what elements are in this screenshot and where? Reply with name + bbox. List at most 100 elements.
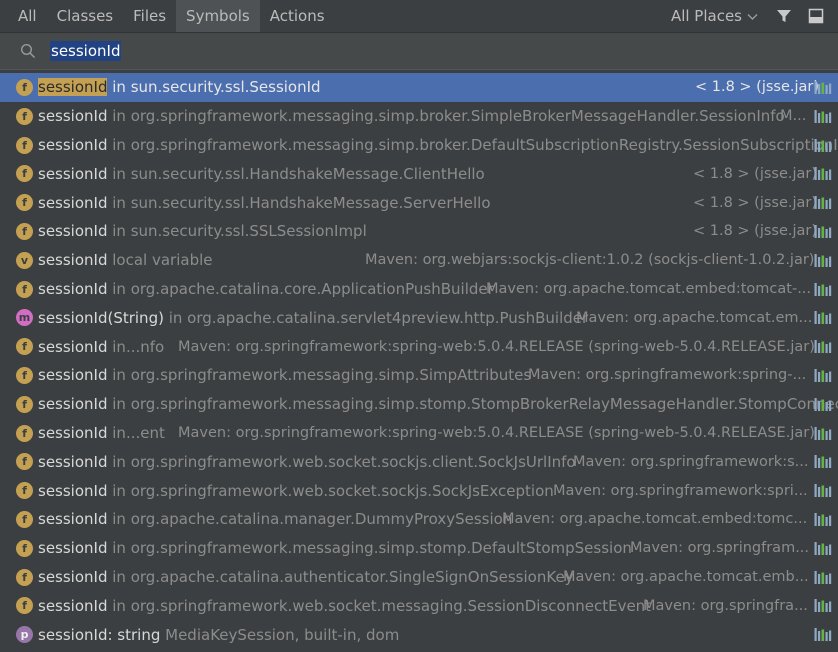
field-icon: f bbox=[16, 597, 33, 615]
field-icon: f bbox=[16, 366, 33, 384]
result-library: Maven: org.webjars:sockjs-client:1.0.2 (… bbox=[365, 252, 815, 269]
tab-actions[interactable]: Actions bbox=[260, 0, 335, 32]
result-row[interactable]: f sessionId in org.apache.catalina.authen… bbox=[0, 563, 838, 592]
result-name: sessionId bbox=[38, 366, 108, 385]
library-icon bbox=[814, 196, 832, 210]
result-label: sessionId local variable bbox=[38, 251, 213, 269]
result-label: sessionId in sun.security.ssl.HandshakeM… bbox=[38, 194, 491, 212]
method-icon: m bbox=[16, 309, 33, 327]
tab-bar-spacer bbox=[335, 0, 671, 32]
result-location: in org.apache.catalina.core.ApplicationP… bbox=[112, 279, 494, 298]
result-name: sessionId bbox=[38, 539, 108, 558]
result-label: sessionId in sun.security.ssl.HandshakeM… bbox=[38, 165, 485, 183]
pin-window-button[interactable] bbox=[800, 0, 838, 32]
result-library: < 1.8 > (jsse.jar) bbox=[693, 223, 818, 240]
field-icon: f bbox=[16, 79, 33, 96]
result-row[interactable]: f sessionId in org.springframework.web.so… bbox=[0, 591, 838, 620]
result-row[interactable]: f sessionId in sun.security.ssl.SSLSessio… bbox=[0, 217, 838, 246]
property-icon: p bbox=[16, 626, 33, 644]
tab-classes[interactable]: Classes bbox=[47, 0, 124, 32]
result-location: in sun.security.ssl.SSLSessionImpl bbox=[112, 222, 367, 241]
field-icon: f bbox=[16, 568, 33, 586]
result-row[interactable]: f sessionId in org.springframework.web.so… bbox=[0, 476, 838, 505]
result-location: in...ent bbox=[112, 423, 165, 442]
result-library: Maven: org.apache.tomcat.embed:tomc... bbox=[502, 511, 808, 528]
result-name: sessionId bbox=[38, 107, 108, 126]
result-row[interactable]: v sessionId local variable Maven: org.webj… bbox=[0, 246, 838, 275]
result-name: sessionId bbox=[38, 596, 108, 615]
library-icon bbox=[814, 397, 832, 411]
result-label: sessionId in org.apache.catalina.authent… bbox=[38, 568, 574, 586]
search-input[interactable]: sessionId bbox=[50, 41, 122, 61]
result-location: in org.springframework.web.socket.sockjs… bbox=[112, 481, 554, 500]
result-library: Maven: org.apache.tomcat.em... bbox=[576, 309, 813, 326]
result-row[interactable]: f sessionId in...nfo Maven: org.springfram… bbox=[0, 332, 838, 361]
result-label: sessionId in sun.security.ssl.SessionId bbox=[38, 78, 321, 97]
result-name: sessionId bbox=[38, 193, 108, 212]
chevron-down-icon bbox=[747, 13, 758, 20]
result-location: in org.springframework.messaging.simp.br… bbox=[112, 107, 785, 126]
result-library: Maven: org.springframework:spring-web:5.… bbox=[178, 338, 815, 355]
result-row[interactable]: f sessionId in sun.security.ssl.SessionId… bbox=[0, 73, 838, 102]
result-location: in org.springframework.web.socket.sockjs… bbox=[112, 452, 576, 471]
result-name: sessionId bbox=[38, 135, 108, 154]
result-label: sessionId in org.springframework.web.soc… bbox=[38, 482, 554, 500]
result-location: in...nfo bbox=[112, 337, 165, 356]
window-icon bbox=[808, 8, 824, 24]
result-row[interactable]: f sessionId in org.springframework.messag… bbox=[0, 534, 838, 563]
library-icon bbox=[814, 81, 832, 94]
field-icon: f bbox=[16, 107, 33, 125]
field-icon: f bbox=[16, 280, 33, 298]
result-label: sessionId in org.springframework.web.soc… bbox=[38, 453, 576, 471]
library-icon bbox=[814, 253, 832, 267]
result-label: sessionId in org.springframework.messagi… bbox=[38, 539, 632, 557]
search-bar: sessionId bbox=[0, 33, 838, 70]
field-icon: f bbox=[16, 510, 33, 528]
result-row[interactable]: f sessionId in org.springframework.messag… bbox=[0, 131, 838, 160]
result-name: sessionId bbox=[38, 251, 108, 270]
field-icon: f bbox=[16, 194, 33, 212]
result-label: sessionId in org.apache.catalina.manager… bbox=[38, 510, 512, 528]
result-name: sessionId bbox=[38, 423, 108, 442]
scope-dropdown[interactable]: All Places bbox=[671, 0, 768, 32]
library-icon bbox=[814, 570, 832, 584]
result-library: Maven: org.springfram... bbox=[630, 540, 810, 557]
tab-files[interactable]: Files bbox=[123, 0, 176, 32]
tab-all[interactable]: All bbox=[0, 0, 47, 32]
tab-symbols[interactable]: Symbols bbox=[176, 0, 260, 32]
result-name: sessionId bbox=[38, 395, 108, 414]
library-icon bbox=[814, 484, 832, 498]
variable-icon: v bbox=[16, 251, 33, 269]
result-location: MediaKeySession, built-in, dom bbox=[165, 625, 400, 644]
result-row[interactable]: f sessionId in sun.security.ssl.Handshake… bbox=[0, 159, 838, 188]
result-row[interactable]: m sessionId(String) in org.apache.catalin… bbox=[0, 303, 838, 332]
filter-button[interactable] bbox=[768, 0, 800, 32]
result-row[interactable]: f sessionId in sun.security.ssl.Handshake… bbox=[0, 188, 838, 217]
result-location: in org.springframework.web.socket.messag… bbox=[112, 596, 652, 615]
library-icon bbox=[814, 340, 832, 354]
field-icon: f bbox=[16, 482, 33, 500]
result-library: < 1.8 > (jsse.jar) bbox=[695, 79, 820, 96]
result-row[interactable]: f sessionId in org.springframework.messag… bbox=[0, 102, 838, 131]
result-library: M... bbox=[780, 108, 807, 125]
result-row[interactable]: f sessionId in org.springframework.web.so… bbox=[0, 447, 838, 476]
result-name: sessionId bbox=[38, 452, 108, 471]
result-label: sessionId in...nfo bbox=[38, 338, 164, 356]
result-row[interactable]: f sessionId in org.springframework.messag… bbox=[0, 361, 838, 390]
result-library: Maven: org.springframework:s... bbox=[573, 453, 809, 470]
library-icon bbox=[814, 138, 832, 152]
result-row[interactable]: p sessionId: string MediaKeySession, buil… bbox=[0, 620, 838, 649]
library-icon bbox=[814, 368, 832, 382]
result-name: sessionId bbox=[38, 337, 108, 356]
result-name: sessionId: string bbox=[38, 625, 161, 644]
search-input-value: sessionId bbox=[50, 41, 122, 61]
result-library: Maven: org.apache.tomcat.emb... bbox=[563, 568, 809, 585]
result-label: sessionId in org.springframework.messagi… bbox=[38, 136, 838, 154]
library-icon bbox=[814, 224, 832, 238]
result-row[interactable]: f sessionId in org.springframework.messag… bbox=[0, 390, 838, 419]
library-icon bbox=[814, 512, 832, 526]
result-name: sessionId bbox=[38, 510, 108, 529]
result-row[interactable]: f sessionId in...ent Maven: org.springfram… bbox=[0, 419, 838, 448]
result-row[interactable]: f sessionId in org.apache.catalina.manage… bbox=[0, 505, 838, 534]
result-row[interactable]: f sessionId in org.apache.catalina.core.A… bbox=[0, 275, 838, 304]
